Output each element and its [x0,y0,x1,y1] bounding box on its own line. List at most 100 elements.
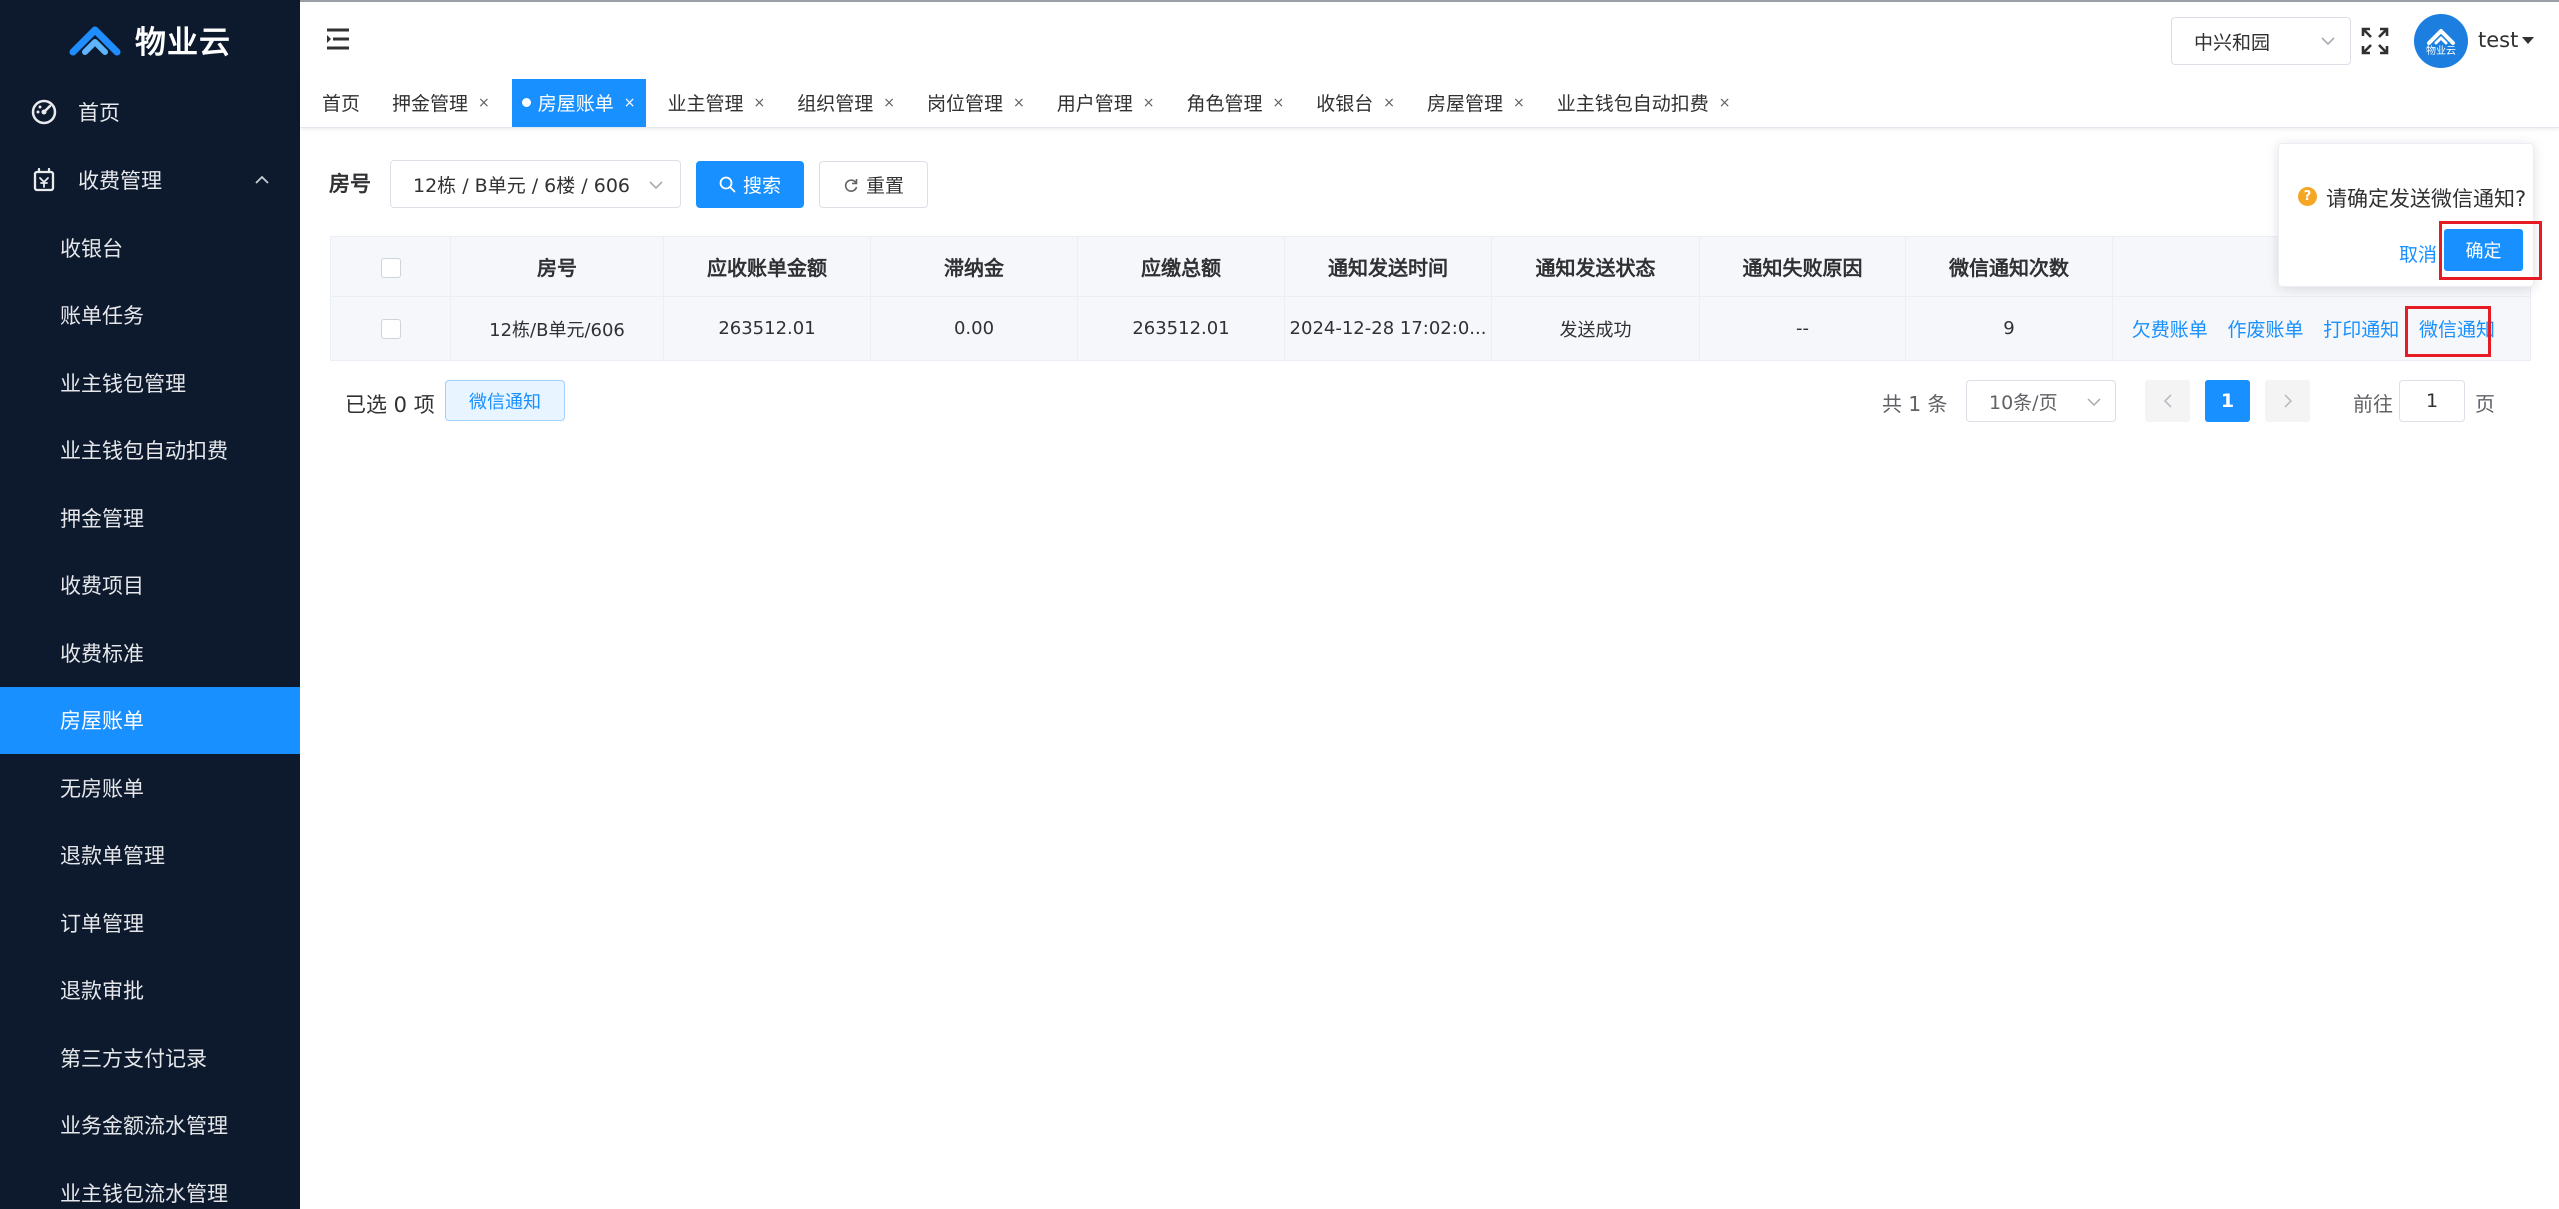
cell-wechat-count: 9 [1905,296,2113,361]
reset-button[interactable]: 重置 [819,161,928,208]
tab-label: 组织管理 [797,93,874,115]
arrears-bill-link[interactable]: 欠费账单 [2132,319,2208,341]
chevron-left-icon [2163,394,2172,408]
print-notice-link[interactable]: 打印通知 [2323,319,2399,341]
chevron-down-icon [2321,37,2335,46]
tab[interactable]: 收银台 × [1306,79,1405,127]
column-header: 应收账单金额 [663,236,871,297]
cancel-button[interactable]: 取消 [2399,240,2437,267]
row-select-cell [330,296,451,361]
community-value: 中兴和园 [2194,31,2271,54]
select-all-checkbox[interactable] [380,258,401,278]
tab[interactable]: 房屋账单 × [511,78,646,127]
highlight-box-confirm [2439,221,2542,280]
close-icon[interactable]: × [883,95,895,111]
sidebar-item[interactable]: 业主钱包管理 [0,349,300,417]
avatar[interactable]: 物业云 [2414,14,2468,68]
sidebar-item[interactable]: 退款审批 [0,957,300,1025]
tab[interactable]: 角色管理 × [1177,79,1295,127]
avatar-text: 物业云 [2426,45,2456,57]
username[interactable]: test [2478,28,2518,52]
cell-room: 12栋/B单元/606 [450,296,664,361]
fees-submenu: 收银台 账单任务 业主钱包管理 业主钱包自动扣费 押金管理 收费项目 收费标准 房屋账单 无房账… [0,214,300,1209]
tab[interactable]: 业主管理 × [658,79,776,127]
tab[interactable]: 首页 [312,79,370,127]
brand-logo[interactable]: 物业云 [0,0,300,78]
column-header: 通知发送状态 [1491,236,1700,297]
sidebar-item[interactable]: 收费标准 [0,619,300,687]
close-icon[interactable]: × [754,95,766,111]
close-icon[interactable]: × [1719,95,1731,111]
select-all-cell [330,236,451,297]
fees-icon [33,167,55,192]
community-select[interactable]: 中兴和园 [2171,17,2351,65]
sidebar-item[interactable]: 退款单管理 [0,822,300,890]
tab[interactable]: 组织管理 × [787,79,905,127]
sidebar-item[interactable]: 第三方支付记录 [0,1024,300,1092]
tab-label: 押金管理 [392,93,469,115]
search-icon [719,176,736,193]
close-icon[interactable]: × [624,95,636,111]
close-icon[interactable]: × [478,95,490,111]
batch-wechat-notify-button[interactable]: 微信通知 [445,380,565,421]
tab[interactable]: 岗位管理 × [917,79,1035,127]
room-cascader[interactable]: 12栋 / B单元 / 6楼 / 606 [390,160,681,208]
reset-button-label: 重置 [865,175,904,197]
tab[interactable]: 房屋管理 × [1417,79,1535,127]
next-page-button[interactable] [2265,380,2310,422]
sidebar-item[interactable]: 订单管理 [0,889,300,957]
highlight-box-wechat-link [2405,306,2491,357]
page-size-select[interactable]: 10条/页 [1966,380,2116,422]
caret-down-icon[interactable] [2522,37,2534,45]
pagination-total: 共 1 条 [1882,392,1948,416]
row-checkbox[interactable] [380,319,401,339]
fullscreen-icon[interactable] [2360,26,2390,56]
tab[interactable]: 用户管理 × [1047,79,1165,127]
sidebar: 物业云 首页 收费管理 收银台 账单任务 业主钱包管理 业主钱包自动扣费 押金管理 收费项… [0,0,300,1209]
sidebar-item[interactable]: 收费项目 [0,552,300,620]
tab-label: 业主管理 [667,93,744,115]
tab[interactable]: 业主钱包自动扣费 × [1547,79,1741,127]
chevron-right-icon [2283,394,2292,408]
goto-label: 前往 [2353,392,2393,416]
sidebar-item[interactable]: 业主钱包自动扣费 [0,417,300,485]
brand-name: 物业云 [135,24,231,61]
sidebar-item[interactable]: 押金管理 [0,484,300,552]
column-header: 应缴总额 [1077,236,1285,297]
popover-message: 请确定发送微信通知? [2326,187,2527,211]
close-icon[interactable]: × [1383,95,1395,111]
sidebar-item[interactable]: 业务金额流水管理 [0,1092,300,1160]
menu-fold-icon[interactable] [326,28,350,50]
search-button[interactable]: 搜索 [696,161,804,208]
top-header: 中兴和园 物业云 test [300,0,2559,78]
prev-page-button[interactable] [2145,380,2190,422]
sidebar-item[interactable]: 账单任务 [0,282,300,350]
close-icon[interactable]: × [1273,95,1285,111]
cloud-home-logo-icon [69,26,121,56]
page-number-button[interactable]: 1 [2205,380,2250,422]
sidebar-item[interactable]: 收银台 [0,214,300,282]
column-header: 通知发送时间 [1284,236,1492,297]
cell-total-due: 263512.01 [1077,296,1285,361]
tab-label: 房屋账单 [537,93,614,115]
close-icon[interactable]: × [1143,95,1155,111]
tab[interactable]: 押金管理 × [382,79,500,127]
void-bill-link[interactable]: 作废账单 [2227,319,2303,341]
column-header: 滞纳金 [870,236,1078,297]
goto-page-input[interactable]: 1 [2399,380,2465,422]
sidebar-item-label: 收费管理 [78,169,162,193]
sidebar-item[interactable]: 业主钱包流水管理 [0,1159,300,1209]
close-icon[interactable]: × [1513,95,1525,111]
chevron-up-icon [255,175,269,184]
sidebar-item[interactable]: 无房账单 [0,754,300,822]
table-header-row: 房号 应收账单金额 滞纳金 应缴总额 通知发送时间 通知发送状态 通知失败原因 … [330,236,2531,297]
chevron-down-icon [2087,398,2101,407]
chevron-down-icon [649,181,663,190]
sidebar-item[interactable]: 房屋账单 [0,686,300,754]
sidebar-group-fees[interactable]: 收费管理 [0,146,300,214]
close-icon[interactable]: × [1013,95,1025,111]
column-header: 房号 [450,236,664,297]
tab-label: 业主钱包自动扣费 [1556,93,1709,115]
sidebar-item-home[interactable]: 首页 [0,78,300,146]
page-unit-label: 页 [2475,392,2495,416]
